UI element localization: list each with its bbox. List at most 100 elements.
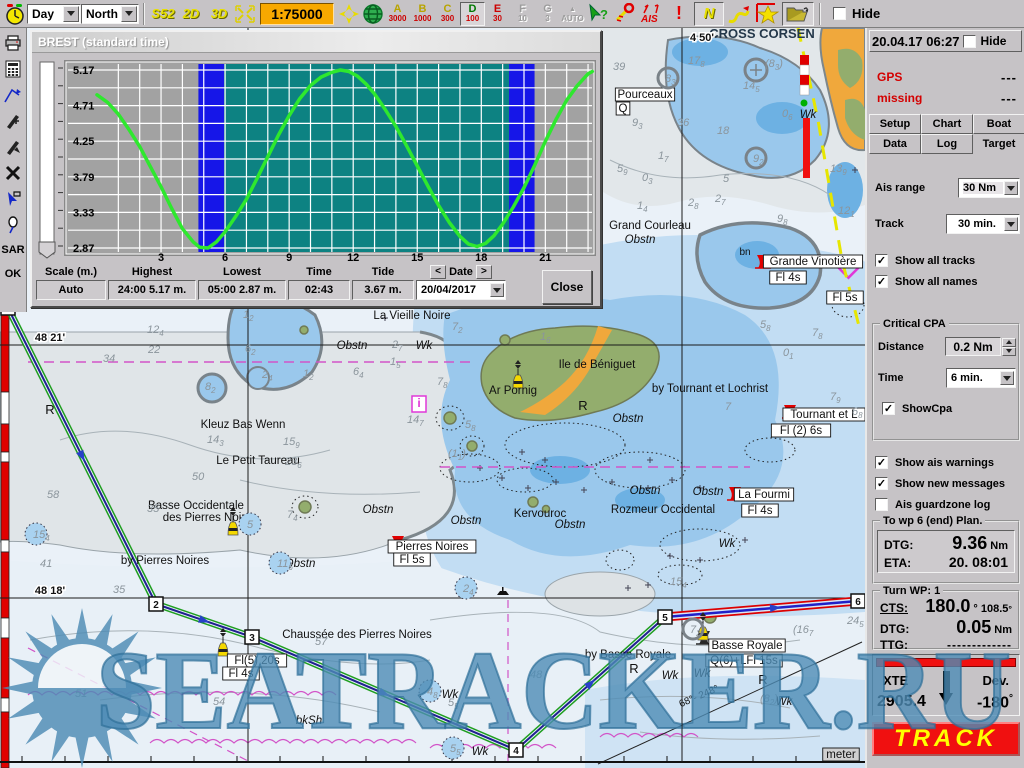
chart-label: by Tournant et Lochrist [652, 383, 769, 395]
checkbox-show-all-names[interactable]: ✓Show all names [867, 271, 1024, 292]
sar-button[interactable]: SAR [1, 238, 24, 262]
depth-sounding: 39 [613, 61, 625, 73]
waypoint-5[interactable]: 5 [658, 610, 672, 624]
date-next-button[interactable]: > [476, 265, 492, 279]
add-waypoint-icon[interactable] [1, 108, 25, 134]
chart-label: 48 21' [35, 332, 66, 344]
tide-time-label: Time [288, 264, 350, 280]
date-prev-button[interactable]: < [430, 265, 446, 279]
checkbox-show-ais-warnings[interactable]: ✓Show ais warnings [867, 452, 1024, 473]
checkbox-ais-guardzone-log[interactable]: Ais guardzone log [867, 494, 1024, 515]
tab-setup[interactable]: Setup [869, 114, 921, 134]
tab-target[interactable]: Target [973, 134, 1024, 154]
tab-log[interactable]: Log [921, 134, 973, 154]
track-length-select[interactable]: 30 min. [946, 214, 1020, 234]
shoal-gray-wp5 [545, 572, 655, 616]
tab-chart[interactable]: Chart [921, 114, 973, 134]
cpa-time-label: Time [878, 372, 903, 384]
svg-text:3: 3 [249, 633, 255, 644]
range-button-f[interactable]: F10 [510, 2, 535, 26]
pin-icon[interactable] [1, 212, 25, 238]
ok-button[interactable]: OK [5, 262, 22, 286]
cpa-time-select[interactable]: 6 min. [946, 368, 1016, 388]
tide-slider-thumb[interactable] [39, 242, 55, 258]
key-icon[interactable] [612, 2, 636, 26]
route-edit-icon[interactable] [1, 82, 25, 108]
checkbox-label: Show all tracks [895, 255, 975, 267]
delete-icon[interactable] [1, 160, 25, 186]
waypoint-6[interactable]: 6 [851, 594, 865, 608]
checkbox-box[interactable]: ✓ [875, 254, 888, 267]
checkbox-show-new-messages[interactable]: ✓ Show new messages [867, 473, 1024, 494]
chart-label: R [758, 672, 767, 687]
checkbox-showcpa[interactable]: ✓ShowCpa [874, 398, 1018, 419]
tide-graph: 5.174.714.253.793.332.8736912151821 [32, 56, 604, 262]
tide-footer: Scale (m.) Auto Highest 24:00 5.17 m. Lo… [36, 264, 598, 300]
tide-window-title: BREST (standard time) [38, 35, 169, 49]
query-cursor-icon[interactable]: ? [586, 2, 610, 26]
open-folder-button[interactable] [782, 2, 814, 26]
range-button-b[interactable]: B1000 [410, 2, 435, 26]
checkbox-box[interactable]: ✓ [875, 477, 888, 490]
tide-scale-slider[interactable] [40, 62, 54, 254]
select-flag-icon[interactable] [1, 186, 25, 212]
waypoint-2[interactable]: 2 [149, 597, 163, 611]
tide-window-titlebar[interactable]: BREST (standard time) [32, 32, 600, 53]
chart-label: Fl (2) 6s [780, 425, 822, 437]
hide-panel-checkbox[interactable] [963, 35, 976, 48]
auto-range-button[interactable]: ▲ AUTO [560, 2, 585, 26]
ais-icon[interactable]: AIS [638, 2, 664, 26]
range-button-c[interactable]: C300 [435, 2, 460, 26]
chart-label: i [417, 396, 420, 410]
checkbox-show-all-tracks[interactable]: ✓ Show all tracks [867, 250, 1024, 271]
orientation-select[interactable]: North [81, 4, 139, 24]
checkbox-box[interactable]: ✓ [882, 402, 895, 415]
tab-data[interactable]: Data [869, 134, 921, 154]
dtg-value: 9.36 [952, 533, 987, 553]
globe-icon[interactable] [362, 2, 384, 26]
range-button-e[interactable]: E30 [485, 2, 510, 26]
scale-display[interactable]: 1:75000 [260, 3, 334, 25]
track-snake-icon[interactable] [726, 2, 752, 26]
checkbox-label: Show new messages [895, 478, 1005, 490]
chart-label: Fl 5s [833, 292, 858, 304]
print-icon[interactable] [1, 30, 25, 56]
chart-label: La Vieille Noire [373, 310, 450, 322]
tide-x-label: 3 [158, 252, 164, 262]
move-waypoint-icon[interactable] [1, 134, 25, 160]
checkbox-box[interactable] [875, 498, 888, 511]
waypoint-3[interactable]: 3 [245, 630, 259, 644]
tide-close-button[interactable]: Close [542, 270, 592, 304]
event-star-icon[interactable] [754, 2, 780, 26]
checkbox-box[interactable]: ✓ [875, 456, 888, 469]
range-button-g[interactable]: G3 [535, 2, 560, 26]
s52-presentation-button[interactable]: S52 [150, 2, 176, 26]
tide-date-select[interactable]: 20/04/2017 [416, 280, 506, 300]
clock-icon[interactable] [4, 2, 26, 26]
range-buttons: A3000B1000C300D100E30F10G3 [385, 2, 560, 26]
north-up-button[interactable]: N [694, 2, 724, 26]
view-3d-button[interactable]: 3D [206, 2, 232, 26]
tide-y-label: 3.33 [73, 207, 94, 219]
chart-label: Obstn [363, 504, 394, 516]
view-2d-button[interactable]: 2D [178, 2, 204, 26]
range-button-d[interactable]: D100 [460, 2, 485, 26]
track-mode-button[interactable]: TRACK [872, 722, 1020, 756]
cpa-distance-stepper[interactable] [1002, 338, 1016, 356]
ais-range-select[interactable]: 30 Nm [958, 178, 1020, 198]
chart-label: bn [739, 247, 750, 258]
hide-toolbar-checkbox[interactable] [833, 7, 846, 20]
waypoint-4[interactable]: 4 [509, 743, 523, 757]
depth-sounding: 50 [192, 471, 205, 483]
range-button-a[interactable]: A3000 [385, 2, 410, 26]
chart-label: Obstn [630, 485, 661, 497]
center-ship-icon[interactable] [338, 2, 360, 26]
tab-boat[interactable]: Boat [973, 114, 1024, 134]
day-night-select[interactable]: Day [27, 4, 81, 24]
fullscreen-icon[interactable] [234, 2, 256, 26]
alarm-button[interactable]: ! [666, 2, 692, 26]
checkbox-box[interactable]: ✓ [875, 275, 888, 288]
svg-text:AIS: AIS [640, 14, 658, 25]
calculator-icon[interactable] [1, 56, 25, 82]
cts-value-2: 108.5 [981, 603, 1009, 615]
